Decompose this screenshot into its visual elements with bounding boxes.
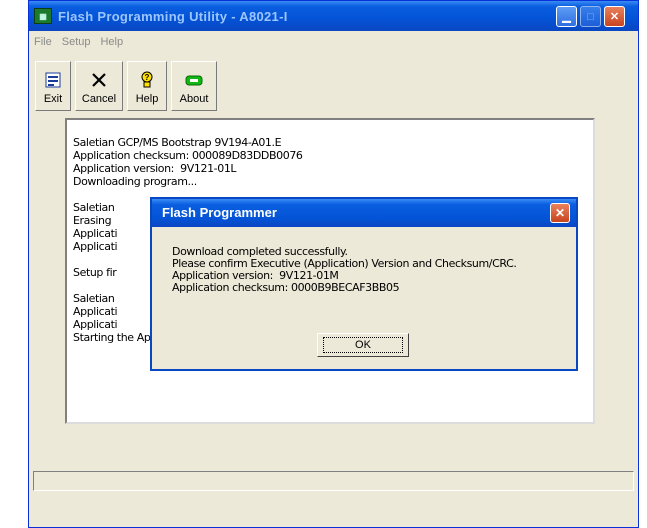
close-icon[interactable]: ✕ xyxy=(604,6,625,27)
cancel-button[interactable]: Cancel xyxy=(75,61,123,111)
about-button[interactable]: About xyxy=(171,61,217,111)
help-bulb-icon: ? xyxy=(136,70,158,90)
dialog-title-bar[interactable]: Flash Programmer ✕ xyxy=(152,199,576,227)
cancel-label: Cancel xyxy=(81,93,117,105)
menu-bar: File Setup Help xyxy=(29,33,128,51)
dialog-line-4: Application checksum: 0000B9BECAF3BB05 xyxy=(172,281,400,294)
minimize-icon[interactable]: ▁ xyxy=(556,6,577,27)
maximize-icon[interactable]: □ xyxy=(580,6,601,27)
chip-icon: ▦ xyxy=(34,8,52,24)
menu-file[interactable]: File xyxy=(29,36,57,48)
exit-icon xyxy=(42,70,64,90)
about-icon xyxy=(183,70,205,90)
menu-setup[interactable]: Setup xyxy=(57,36,96,48)
toolbar: Exit Cancel ? Help About xyxy=(35,61,217,111)
about-label: About xyxy=(179,93,209,105)
help-button[interactable]: ? Help xyxy=(127,61,167,111)
title-bar[interactable]: ▦ Flash Programming Utility - A8021-I ▁ … xyxy=(29,1,638,31)
dialog-message: Download completed successfully. Please … xyxy=(172,246,517,294)
ok-label: OK xyxy=(323,337,403,353)
ok-button[interactable]: OK xyxy=(317,333,409,357)
dialog-close-icon[interactable]: ✕ xyxy=(550,203,570,223)
exit-button[interactable]: Exit xyxy=(35,61,71,111)
status-bar xyxy=(33,471,634,491)
flash-programmer-dialog: Flash Programmer ✕ Download completed su… xyxy=(150,197,578,371)
menu-help[interactable]: Help xyxy=(95,36,128,48)
svg-text:?: ? xyxy=(145,73,150,82)
cancel-x-icon xyxy=(88,70,110,90)
status-area xyxy=(33,499,634,525)
dialog-title: Flash Programmer xyxy=(162,205,277,220)
main-window: ▦ Flash Programming Utility - A8021-I ▁ … xyxy=(28,0,639,528)
window-title: Flash Programming Utility - A8021-I xyxy=(58,8,288,24)
exit-label: Exit xyxy=(43,93,63,105)
help-label: Help xyxy=(135,93,159,105)
